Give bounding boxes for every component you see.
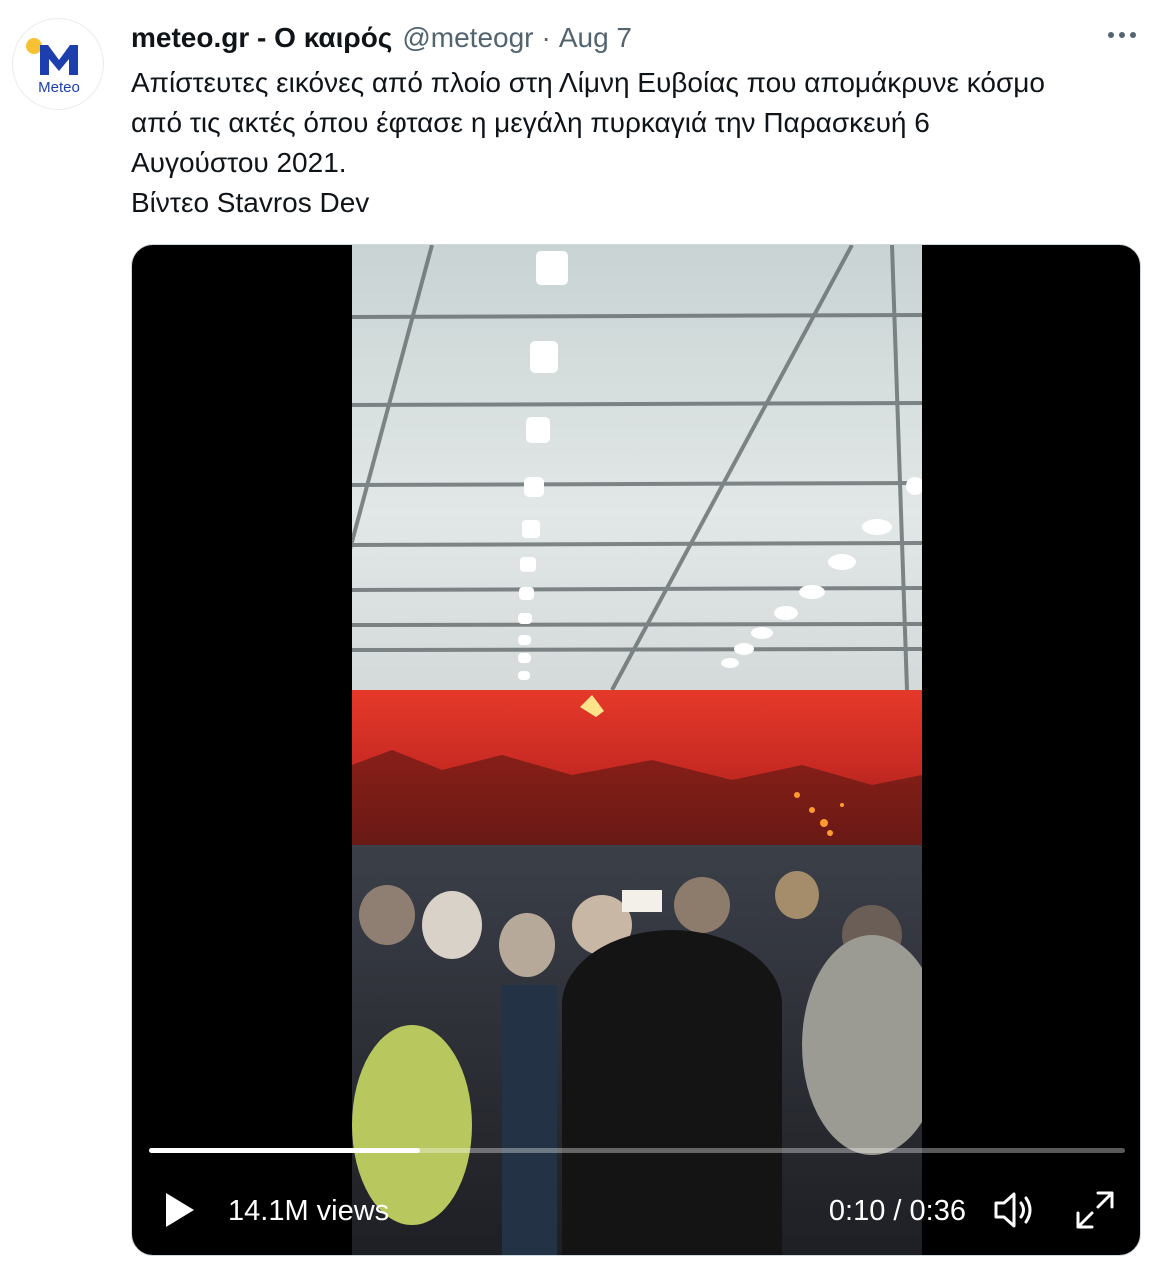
play-icon: [166, 1193, 194, 1227]
tweet-text: Απίστευτες εικόνες από πλοίο στη Λίμνη Ε…: [131, 63, 1141, 223]
more-icon: [1108, 32, 1136, 38]
avatar[interactable]: Meteo: [12, 18, 104, 110]
duration: 0:36: [909, 1195, 966, 1227]
more-options-button[interactable]: [1104, 20, 1140, 50]
avatar-logo-text: Meteo: [38, 79, 80, 96]
progress-bar[interactable]: [149, 1148, 1125, 1153]
fullscreen-button[interactable]: [1074, 1189, 1116, 1231]
tweet-text-line: Βίντεο Stavros Dev: [131, 187, 370, 218]
view-count: 14.1M views: [228, 1195, 390, 1227]
meteo-logo-icon: Meteo: [26, 38, 80, 96]
video-player[interactable]: 14.1M views 0:10 / 0:36: [131, 244, 1141, 1256]
current-time: 0:10: [828, 1195, 886, 1227]
header-separator: ·: [541, 22, 551, 53]
fullscreen-icon: [1076, 1191, 1114, 1229]
tweet-text-line: από τις ακτές όπου έφτασε η μεγάλη πυρκα…: [131, 107, 930, 138]
account-name[interactable]: meteo.gr - Ο καιρός: [131, 22, 392, 54]
tweet-date[interactable]: Aug 7: [559, 22, 632, 54]
time-separator: /: [885, 1195, 910, 1227]
video-controls: 14.1M views 0:10 / 0:36: [132, 1175, 1140, 1245]
tweet-text-line: Αυγούστου 2021.: [131, 147, 347, 178]
play-button[interactable]: [158, 1189, 198, 1231]
volume-button[interactable]: [992, 1189, 1038, 1231]
account-handle[interactable]: @meteogr: [402, 22, 533, 54]
volume-icon: [994, 1192, 1032, 1228]
tweet: Meteo meteo.gr - Ο καιρός @meteogr · Aug…: [0, 0, 1158, 1278]
tweet-header: meteo.gr - Ο καιρός @meteogr · Aug 7: [131, 20, 632, 56]
tweet-text-line: Απίστευτες εικόνες από πλοίο στη Λίμνη Ε…: [131, 67, 1045, 98]
video-frame: [352, 245, 922, 1255]
video-time: 0:10 / 0:36: [829, 1191, 966, 1231]
progress-bar-fill: [149, 1148, 421, 1153]
